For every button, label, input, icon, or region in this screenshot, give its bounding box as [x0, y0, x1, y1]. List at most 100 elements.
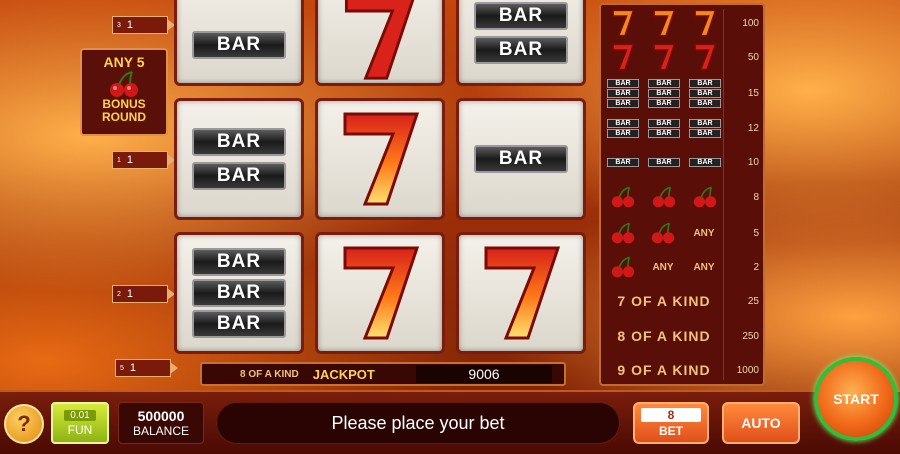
- reel-cell-r1c2: [315, 0, 445, 86]
- paytable-row: 100: [601, 7, 763, 39]
- bar-stack-icon: BAR BAR: [607, 118, 639, 138]
- bar-icon: BAR: [607, 118, 639, 128]
- balance-label: BALANCE: [132, 424, 190, 438]
- paytable-row: BAR BAR BAR BAR BAR BAR 12: [601, 112, 763, 144]
- kind-label: 7 OF A KIND: [617, 293, 711, 309]
- bet-button[interactable]: 8 BET: [633, 402, 709, 444]
- cherry-icon: [652, 186, 676, 208]
- paytable-row: 8: [601, 181, 763, 213]
- help-icon: ?: [17, 411, 31, 436]
- bar-icon: BAR: [689, 118, 721, 128]
- paytable-row: 8 OF A KIND 250: [601, 320, 763, 352]
- fun-value: 0.01: [64, 409, 96, 421]
- line-number: 3: [117, 21, 121, 29]
- jackpot-value: 9006: [416, 365, 552, 383]
- fun-label: FUN: [67, 422, 93, 437]
- bonus-any-label: ANY 5: [103, 54, 145, 70]
- start-button[interactable]: START: [814, 357, 898, 441]
- bar-icon: BAR: [648, 118, 680, 128]
- jackpot-bar: 8 OF A KIND JACKPOT 9006: [200, 362, 566, 386]
- bar-symbol: BAR: [192, 310, 286, 338]
- message-display: Please place your bet: [216, 402, 620, 444]
- bar-icon: BAR: [689, 78, 721, 88]
- seven-symbol: [484, 246, 561, 340]
- bar-symbol: BAR: [474, 2, 568, 30]
- any-label: ANY: [652, 261, 674, 273]
- payout-value: 12: [747, 122, 759, 134]
- fun-button[interactable]: 0.01 FUN: [51, 402, 109, 444]
- seven-icon: [694, 43, 717, 71]
- line-marker-1[interactable]: 1 1: [112, 151, 175, 169]
- seven-symbol: [343, 246, 420, 340]
- bonus-round-panel: ANY 5 BONUS ROUND: [80, 48, 168, 136]
- bar-symbol: BAR: [192, 248, 286, 276]
- bar-stack-icon: BAR BAR BAR: [648, 78, 680, 108]
- seven-icon: [653, 9, 676, 37]
- bonus-round-label: BONUS ROUND: [102, 97, 146, 124]
- paytable-row: 7 OF A KIND 25: [601, 285, 763, 317]
- cherry-icon: [693, 186, 717, 208]
- bar-icon: BAR: [648, 88, 680, 98]
- bar-icon: BAR: [607, 98, 639, 108]
- line-marker-3[interactable]: 3 1: [112, 16, 175, 34]
- status-message: Please place your bet: [331, 412, 505, 433]
- bar-icon: BAR: [648, 157, 680, 167]
- jackpot-label: JACKPOT: [312, 366, 375, 382]
- reel-cell-r3c2: [315, 232, 445, 354]
- cherry-icon: [611, 186, 635, 208]
- bar-symbol: BAR: [474, 36, 568, 64]
- line-value: 1: [126, 288, 134, 300]
- any-label: ANY: [693, 227, 715, 239]
- line-value: 1: [126, 19, 134, 31]
- reel-cell-r3c1: BAR BAR BAR: [174, 232, 304, 354]
- bottom-control-bar: ? 0.01 FUN 500000 BALANCE Please place y…: [0, 390, 900, 454]
- auto-button[interactable]: AUTO: [722, 402, 800, 444]
- reel-cell-r1c1: BAR: [174, 0, 304, 86]
- line-marker-2[interactable]: 2 1: [112, 285, 175, 303]
- any-label: ANY: [693, 261, 715, 273]
- paytable-row: 9 OF A KIND 1000: [601, 354, 763, 386]
- bar-icon: BAR: [689, 128, 721, 138]
- auto-label: AUTO: [741, 415, 781, 431]
- pay-table: 100 50 BAR BAR BAR BAR BAR BAR BAR BAR BAR 15 BAR BAR…: [599, 3, 765, 386]
- seven-symbol: [344, 0, 415, 80]
- bar-stack-icon: BAR: [648, 157, 680, 167]
- payout-value: 2: [753, 261, 759, 273]
- start-label: START: [833, 391, 879, 407]
- cherry-icon: [651, 222, 675, 244]
- paytable-row: BAR BAR BAR BAR BAR BAR BAR BAR BAR 15: [601, 77, 763, 109]
- bet-label: BET: [659, 424, 683, 438]
- bar-stack-icon: BAR BAR BAR: [689, 78, 721, 108]
- paytable-row: ANY 5: [601, 217, 763, 249]
- bar-icon: BAR: [648, 78, 680, 88]
- cherry-icon: [611, 222, 635, 244]
- bar-icon: BAR: [689, 98, 721, 108]
- bar-stack-icon: BAR: [607, 157, 639, 167]
- reel-cell-r2c3: BAR: [456, 98, 586, 220]
- balance-value: 500000: [137, 408, 185, 424]
- payout-value: 100: [742, 17, 759, 29]
- bar-icon: BAR: [607, 78, 639, 88]
- line-number: 2: [117, 290, 121, 298]
- kind-label: 8 OF A KIND: [617, 328, 711, 344]
- bar-icon: BAR: [648, 128, 680, 138]
- payout-value: 50: [747, 51, 759, 63]
- payout-value: 5: [753, 227, 759, 239]
- payout-value: 10: [747, 156, 759, 168]
- payout-value: 250: [742, 330, 759, 342]
- help-button[interactable]: ?: [4, 404, 44, 444]
- line-value: 1: [129, 362, 137, 374]
- line-marker-5[interactable]: 5 1: [115, 359, 178, 377]
- balance-display: 500000 BALANCE: [118, 402, 204, 444]
- line-number: 1: [117, 156, 121, 164]
- paytable-row: ANY ANY 2: [601, 251, 763, 283]
- bar-icon: BAR: [689, 157, 721, 167]
- reel-cell-r2c2: [315, 98, 445, 220]
- bar-symbol: BAR: [192, 162, 286, 190]
- bar-icon: BAR: [607, 88, 639, 98]
- bar-stack-icon: BAR BAR: [689, 118, 721, 138]
- seven-icon: [612, 9, 635, 37]
- paytable-row: BAR BAR BAR 10: [601, 146, 763, 178]
- bet-value: 8: [641, 408, 701, 422]
- bar-symbol: BAR: [192, 128, 286, 156]
